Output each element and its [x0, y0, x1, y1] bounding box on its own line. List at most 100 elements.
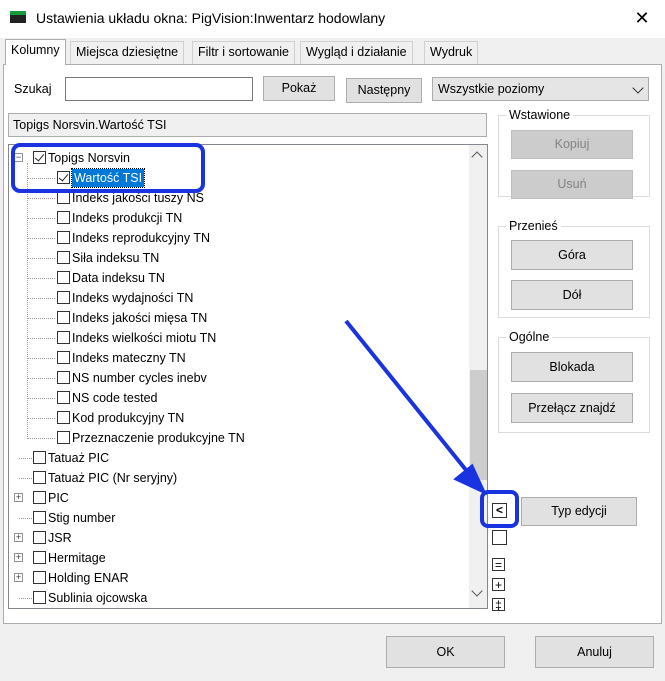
ok-button[interactable]: OK	[386, 636, 505, 668]
tree-item-label: Topigs Norsvin	[48, 151, 130, 165]
tab-kolumny[interactable]: Kolumny	[5, 39, 66, 65]
tree-item-checkbox[interactable]	[57, 171, 70, 184]
tree-item-checkbox[interactable]	[57, 311, 70, 324]
tab-wydruk[interactable]: Wydruk	[424, 41, 479, 64]
tree-connector	[28, 278, 55, 279]
tree-connector	[28, 398, 55, 399]
tree-item-label: Sublinia ojcowska	[48, 591, 148, 605]
tree-item-checkbox[interactable]	[33, 471, 46, 484]
tree-item-label: Holding ENAR	[48, 571, 129, 585]
tree-item-checkbox[interactable]	[57, 371, 70, 384]
expand-plus-button[interactable]: +	[492, 578, 505, 592]
tree-connector	[19, 478, 32, 479]
next-button[interactable]: Następny	[346, 78, 422, 103]
tab-filtr-sortowanie[interactable]: Filtr i sortowanie	[192, 41, 295, 64]
tree-item-label: Indeks wydajności TN	[72, 291, 194, 305]
tree-item-checkbox[interactable]	[57, 211, 70, 224]
expand-icon[interactable]: +	[14, 533, 23, 542]
tree-item-checkbox[interactable]	[33, 491, 46, 504]
level-select-value: Wszystkie poziomy	[438, 82, 545, 96]
scroll-down-icon[interactable]	[471, 585, 483, 597]
tree-item-checkbox[interactable]	[57, 271, 70, 284]
tree-connector	[28, 418, 55, 419]
window-title: Ustawienia układu okna: PigVision:Inwent…	[36, 10, 386, 26]
toggle-find-button[interactable]: Przełącz znajdź	[511, 393, 633, 423]
tab-wyglad-dzialanie[interactable]: Wygląd i działanie	[300, 41, 413, 64]
tree-item-label: Kod produkcyjny TN	[72, 411, 185, 425]
tree-item-checkbox[interactable]	[57, 411, 70, 424]
tree-item-checkbox[interactable]	[57, 191, 70, 204]
close-icon[interactable]: ✕	[632, 8, 652, 28]
tree-item-checkbox[interactable]	[33, 591, 46, 604]
cancel-button[interactable]: Anuluj	[535, 636, 654, 668]
tree-item-checkbox[interactable]	[57, 251, 70, 264]
tree-connector	[19, 518, 32, 519]
tree-item-checkbox[interactable]	[33, 571, 46, 584]
tree-connector	[28, 218, 55, 219]
tree-connector	[28, 338, 55, 339]
group-inserted-title: Wstawione	[506, 108, 574, 122]
tree-item-label: Siła indeksu TN	[72, 251, 160, 265]
edit-type-button[interactable]: Typ edycji	[521, 497, 637, 526]
tree-connector	[28, 258, 55, 259]
collapse-icon[interactable]: −	[14, 153, 23, 162]
tree-item-label: Przeznaczenie produkcyjne TN	[72, 431, 245, 445]
tree-item-checkbox[interactable]	[57, 391, 70, 404]
search-label: Szukaj	[14, 82, 52, 96]
tree-connector	[28, 318, 55, 319]
tree-item-label: PIC	[48, 491, 69, 505]
tab-miejsca-dziesietne[interactable]: Miejsca dziesiętne	[70, 41, 185, 64]
tree-item-checkbox[interactable]	[57, 351, 70, 364]
tree-item-label: Indeks produkcji TN	[72, 211, 183, 225]
tree-item-label: Data indeksu TN	[72, 271, 165, 285]
tree-item-checkbox[interactable]	[57, 331, 70, 344]
tree-item-label: Tatuaż PIC	[48, 451, 110, 465]
tree-item-label: Indeks jakości tuszy NS	[72, 191, 204, 205]
tree-item-checkbox[interactable]	[33, 511, 46, 524]
tree-item-label: NS number cycles inebv	[72, 371, 207, 385]
tree-item-label: Tatuaż PIC (Nr seryjny)	[48, 471, 178, 485]
app-icon	[10, 11, 26, 23]
copy-button[interactable]: Kopiuj	[511, 130, 633, 159]
tree-item-checkbox[interactable]	[33, 551, 46, 564]
collapse-button[interactable]: <	[492, 503, 507, 518]
blank-toggle-button[interactable]	[492, 530, 507, 545]
tree-connector	[19, 598, 32, 599]
tree-connector	[28, 178, 55, 179]
tree-item-checkbox[interactable]	[33, 151, 46, 164]
expand-all-button[interactable]: ‡	[492, 598, 505, 612]
tree-item-label: NS code tested	[72, 391, 158, 405]
search-input[interactable]	[65, 77, 253, 101]
delete-button[interactable]: Usuń	[511, 170, 633, 199]
scroll-thumb[interactable]	[470, 370, 487, 480]
tree-connector	[19, 458, 32, 459]
tree-item-checkbox[interactable]	[33, 531, 46, 544]
tree-item-label: Indeks jakości mięsa TN	[72, 311, 208, 325]
expand-icon[interactable]: +	[14, 553, 23, 562]
equal-button[interactable]: =	[492, 558, 505, 572]
level-select[interactable]: Wszystkie poziomy	[432, 77, 649, 101]
tree-connector	[28, 298, 55, 299]
column-tree[interactable]: − Topigs Norsvin Wartość TSI Indeks jakości…	[8, 144, 488, 609]
chevron-down-icon	[632, 82, 644, 94]
tree-item-label: JSR	[48, 531, 72, 545]
selected-path: Topigs Norsvin.Wartość TSI	[8, 113, 487, 137]
tree-scrollbar[interactable]	[469, 145, 487, 608]
lock-button[interactable]: Blokada	[511, 352, 633, 382]
show-button[interactable]: Pokaż	[263, 76, 335, 101]
group-move-title: Przenieś	[506, 219, 561, 233]
tree-item-label: Hermitage	[48, 551, 106, 565]
move-up-button[interactable]: Góra	[511, 240, 633, 270]
tree-item-checkbox[interactable]	[57, 431, 70, 444]
tree-item-label: Indeks reprodukcyjny TN	[72, 231, 211, 245]
tree-item-label: Indeks mateczny TN	[72, 351, 186, 365]
tree-item-checkbox[interactable]	[57, 231, 70, 244]
move-down-button[interactable]: Dół	[511, 280, 633, 310]
expand-icon[interactable]: +	[14, 493, 23, 502]
scroll-up-icon[interactable]	[471, 151, 483, 163]
tree-item-label: Stig number	[48, 511, 116, 525]
expand-icon[interactable]: +	[14, 573, 23, 582]
tree-item-checkbox[interactable]	[57, 291, 70, 304]
tree-connector	[28, 378, 55, 379]
tree-item-checkbox[interactable]	[33, 451, 46, 464]
